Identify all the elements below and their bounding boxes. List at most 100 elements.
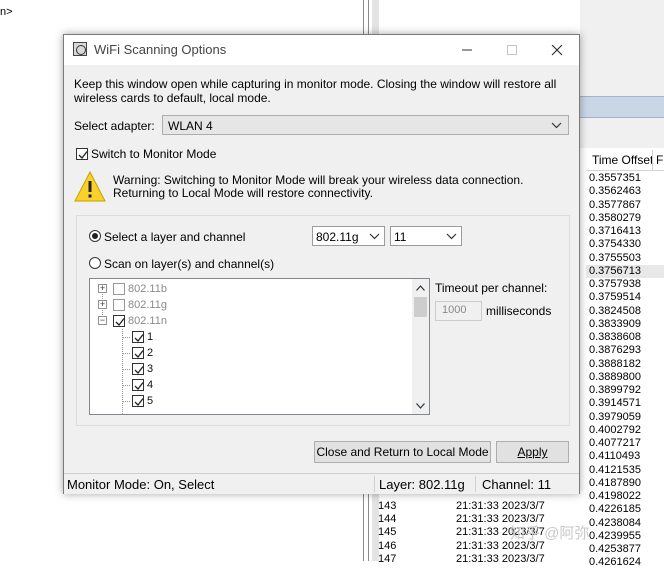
adapter-value: WLAN 4 [168, 119, 213, 133]
tree-node-label: 802.11b [128, 283, 167, 295]
timeout-unit: milliseconds [486, 304, 552, 318]
adapter-label: Select adapter: [74, 119, 155, 133]
tree-node-channel[interactable]: 4 [90, 377, 390, 393]
tree-node-channel[interactable]: 2 [90, 345, 390, 361]
channel-checkbox[interactable] [132, 363, 144, 375]
time-offset-cell[interactable]: 0.3899792 [586, 384, 664, 397]
expand-icon[interactable]: + [98, 284, 107, 293]
time-offset-cell[interactable]: 0.4002792 [586, 424, 664, 437]
column-separator[interactable] [652, 150, 653, 170]
monitor-mode-label[interactable]: Switch to Monitor Mode [91, 147, 216, 161]
chevron-down-icon [551, 118, 562, 132]
time-offset-cell[interactable]: 0.3979059 [586, 411, 664, 424]
layer-checkbox[interactable] [113, 315, 125, 327]
tree-node-layer[interactable]: + 802.11b [98, 281, 398, 297]
packet-time: 21:31:33 2023/3/7 [456, 500, 545, 512]
layer-value: 802.11g [316, 230, 359, 244]
time-offset-cell[interactable]: 0.3756713 [586, 264, 664, 278]
tree-node-channel[interactable]: 1 [90, 329, 390, 345]
wifi-scanning-options-dialog: WiFi Scanning Options Keep this window o… [63, 34, 580, 494]
monitor-mode-checkbox[interactable] [76, 148, 88, 160]
maximize-icon [507, 45, 517, 55]
layer-checkbox[interactable] [113, 299, 125, 311]
apply-label: Apply [517, 445, 548, 459]
expand-icon[interactable]: + [98, 300, 107, 309]
status-separator [374, 476, 375, 492]
tree-connector [122, 353, 130, 354]
time-offset-cell[interactable]: 0.3754330 [586, 238, 664, 251]
table-row[interactable]: 143 21:31:33 2023/3/7 [372, 500, 664, 513]
time-offset-cell[interactable]: 0.3888182 [586, 358, 664, 371]
timeout-input: 1000 [435, 301, 482, 321]
tree-node-label: 3 [147, 363, 154, 375]
background-toolbar-area [580, 0, 664, 96]
scroll-down-icon[interactable] [412, 397, 429, 414]
table-row[interactable]: 147 21:31:33 2023/3/7 [372, 553, 664, 566]
minimize-icon [462, 49, 472, 51]
close-button[interactable] [535, 35, 579, 65]
warning-icon [73, 170, 107, 207]
adapter-select[interactable]: WLAN 4 [162, 115, 569, 135]
time-offset-cell[interactable]: 0.3557351 [586, 172, 664, 185]
tree-node-label: 5 [147, 395, 154, 407]
time-offset-cell[interactable]: 0.3759514 [586, 291, 664, 304]
checkmark-icon [134, 398, 144, 406]
time-offset-cell[interactable]: 0.3562463 [586, 185, 664, 198]
column-header-label: Time Offset [592, 153, 654, 167]
status-bar: Monitor Mode: On, Select Layer: 802.11g … [64, 473, 579, 494]
time-offset-cell[interactable]: 0.4077217 [586, 437, 664, 450]
status-monitor: Monitor Mode: On, Select [67, 477, 215, 492]
layer-checkbox[interactable] [113, 283, 125, 295]
select-layer-radio[interactable] [89, 230, 101, 242]
time-offset-cell[interactable]: 0.3824508 [586, 305, 664, 318]
checkmark-icon [134, 382, 144, 390]
status-separator [475, 476, 476, 492]
time-offset-cell[interactable]: 0.3580279 [586, 212, 664, 225]
time-offset-cell[interactable]: 0.4121535 [586, 464, 664, 477]
channel-checkbox[interactable] [132, 347, 144, 359]
title-bar[interactable]: WiFi Scanning Options [64, 35, 579, 65]
collapse-icon[interactable]: − [98, 316, 107, 325]
time-offset-cell[interactable]: 0.3757938 [586, 278, 664, 291]
tree-connector [122, 337, 130, 338]
channel-select[interactable]: 11 [390, 226, 462, 246]
channel-checkbox[interactable] [132, 331, 144, 343]
close-icon [551, 44, 563, 56]
scroll-thumb[interactable] [414, 297, 427, 317]
time-offset-cell[interactable]: 0.3876293 [586, 344, 664, 357]
intro-text: Keep this window open while capturing in… [74, 77, 557, 105]
apply-button[interactable]: Apply [496, 441, 569, 463]
layer-channel-tree[interactable]: + 802.11b + 802.11g − 802.11n 1 2 3 4 5 [89, 278, 430, 415]
watermark: 知乎 @阿弥 [510, 525, 590, 542]
channel-checkbox[interactable] [132, 379, 144, 391]
time-offset-cell[interactable]: 0.3914571 [586, 397, 664, 410]
packet-number: 145 [378, 526, 397, 539]
time-offset-cell[interactable]: 0.3838608 [586, 331, 664, 344]
time-offset-cell[interactable]: 0.3716413 [586, 225, 664, 238]
tree-scrollbar[interactable] [412, 279, 429, 414]
tree-node-layer[interactable]: − 802.11n [98, 313, 398, 329]
time-offset-cell[interactable]: 0.3577867 [586, 199, 664, 212]
chevron-down-icon [369, 229, 380, 243]
tree-node-label: 2 [147, 347, 154, 359]
packet-time: 21:31:33 2023/3/7 [456, 552, 545, 565]
tree-node-layer[interactable]: + 802.11g [98, 297, 398, 313]
tree-node-channel[interactable]: 3 [90, 361, 390, 377]
time-offset-cell[interactable]: 0.3755503 [586, 252, 664, 265]
time-offset-column-header[interactable]: Time Offset F [586, 150, 664, 171]
tree-node-label: 802.11n [128, 315, 167, 327]
tree-node-channel[interactable]: 5 [90, 393, 390, 409]
channel-checkbox[interactable] [132, 395, 144, 407]
scan-layers-label[interactable]: Scan on layer(s) and channel(s) [104, 257, 274, 271]
layer-select[interactable]: 802.11g [312, 226, 385, 246]
time-offset-cell[interactable]: 0.3833909 [586, 318, 664, 331]
time-offset-cell[interactable]: 0.4187890 [586, 477, 664, 490]
scroll-up-icon[interactable] [412, 279, 429, 296]
minimize-button[interactable] [445, 35, 489, 65]
time-offset-cell[interactable]: 0.3889800 [586, 371, 664, 384]
scan-layers-radio[interactable] [89, 257, 101, 269]
warning-text: Warning: Switching to Monitor Mode will … [113, 173, 524, 200]
select-layer-label[interactable]: Select a layer and channel [104, 230, 245, 244]
close-return-local-button[interactable]: Close and Return to Local Mode [314, 441, 491, 463]
time-offset-cell[interactable]: 0.4110493 [586, 450, 664, 463]
